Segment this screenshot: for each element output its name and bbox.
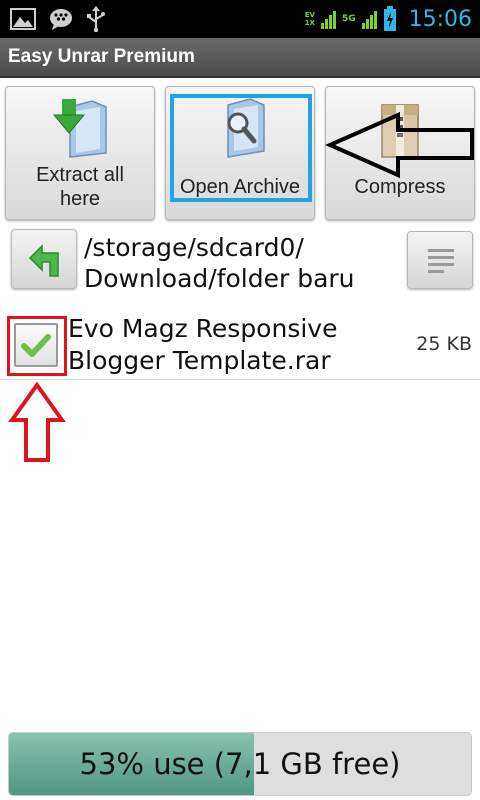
- path-line1: /storage/sdcard0/: [84, 233, 304, 262]
- status-bar: EV 1X 5G 15:06: [0, 0, 480, 38]
- signal-label: 5G: [341, 14, 356, 24]
- network-type-top: EV: [304, 11, 315, 19]
- back-button[interactable]: [11, 229, 77, 289]
- current-path: /storage/sdcard0/ Download/folder baru: [84, 232, 394, 294]
- extract-folder-icon: [52, 99, 107, 158]
- menu-lines-icon: [428, 249, 454, 273]
- extract-label-line2: here: [59, 188, 101, 210]
- compress-button[interactable]: Compress: [325, 86, 475, 220]
- status-left-icons: [10, 6, 106, 32]
- storage-usage-text: 53% use (7,1 GB free): [79, 747, 401, 781]
- signal-icon-2: [361, 9, 377, 29]
- file-size: 25 KB: [416, 333, 472, 355]
- app-title: Easy Unrar Premium: [8, 46, 195, 67]
- open-archive-highlight: [170, 94, 312, 202]
- back-arrow-icon: [28, 244, 59, 277]
- extract-label-line1: Extract all: [36, 164, 124, 186]
- menu-button[interactable]: [407, 231, 473, 289]
- gallery-icon: [10, 8, 36, 30]
- app-title-bar: Easy Unrar Premium: [0, 38, 480, 78]
- file-name-line1: Evo Magz Responsive: [68, 314, 338, 343]
- extract-all-button[interactable]: Extract all here: [5, 86, 155, 220]
- storage-usage-bar: 53% use (7,1 GB free): [8, 732, 472, 796]
- network-type: EV 1X: [305, 11, 315, 27]
- file-name-line2: Blogger Template.rar: [68, 346, 331, 375]
- checkbox-highlight: [7, 316, 67, 376]
- battery-icon: [383, 6, 396, 31]
- red-arrow-annotation: [8, 381, 66, 462]
- path-line2: Download/folder baru: [84, 264, 355, 293]
- clock: 15:06: [408, 6, 472, 32]
- status-right-icons: EV 1X 5G 15:06: [305, 0, 472, 38]
- network-type-bottom: 1X: [304, 19, 315, 27]
- compress-box-icon: [381, 104, 419, 158]
- file-name[interactable]: Evo Magz Responsive Blogger Template.rar: [68, 313, 398, 377]
- usb-icon: [87, 6, 105, 32]
- signal-icon: [320, 9, 336, 29]
- compress-label: Compress: [354, 176, 446, 198]
- bbm-icon: [50, 9, 72, 30]
